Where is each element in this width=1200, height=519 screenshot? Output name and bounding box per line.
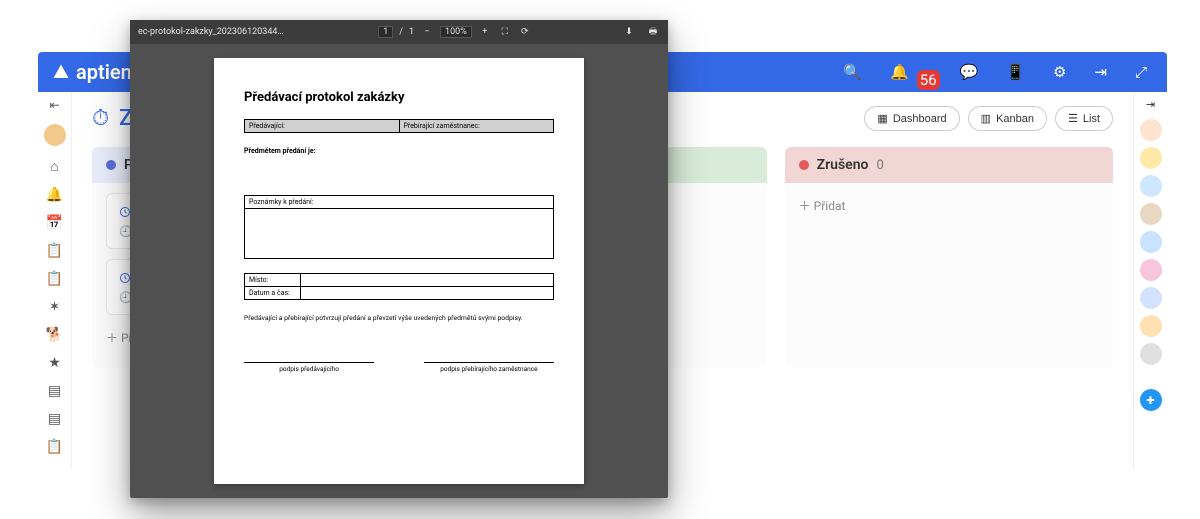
dog-icon[interactable]: 🐕 (46, 327, 63, 343)
column-header: Zrušeno 0 (785, 147, 1113, 183)
pdf-fit-button[interactable]: ⛶ (498, 25, 512, 39)
pdf-viewport[interactable]: Předávací protokol zakázky Předávající: … (130, 44, 668, 498)
user-avatar[interactable] (44, 124, 66, 146)
calendar-icon[interactable]: 📅 (46, 215, 63, 231)
pdf-zoom-level[interactable]: 100% (440, 26, 472, 38)
pdf-page-sep: / (399, 27, 403, 37)
rail-collapse-icon[interactable]: ⇤ (49, 98, 59, 112)
status-dot (799, 160, 809, 170)
search-icon[interactable]: 🔍 (843, 63, 862, 81)
settings-icon[interactable]: ⚙ (1053, 63, 1066, 81)
column-count: 0 (876, 158, 883, 173)
clipboard-icon[interactable]: 📋 (46, 243, 63, 259)
pdf-page: Předávací protokol zakázky Předávající: … (214, 58, 584, 484)
person-avatar[interactable] (1140, 119, 1162, 141)
status-dot (106, 160, 116, 170)
person-avatar[interactable] (1140, 315, 1162, 337)
doc2-icon[interactable]: ▤ (48, 411, 61, 427)
pdf-print-button[interactable]: 🖶 (646, 25, 660, 39)
right-rail: ⇥ + (1133, 92, 1167, 469)
view-kanban-button[interactable]: ▥ Kanban (968, 106, 1047, 131)
brand-logo[interactable]: aptien (52, 60, 132, 84)
pdf-place-value (300, 274, 553, 287)
person-avatar[interactable] (1140, 175, 1162, 197)
clipboard2-icon[interactable]: 📋 (46, 271, 63, 287)
pdf-col-right: Přebírající zaměstnanec: (399, 120, 554, 133)
pdf-toolbar: ec-protokol-zakzky_20230612034437.pdf 1 … (130, 20, 668, 44)
rail-bell-icon[interactable]: 🔔 (46, 187, 63, 203)
pdf-sig-left: podpis předávajícího (244, 362, 374, 373)
pdf-filename: ec-protokol-zakzky_20230612034437.pdf (138, 27, 288, 37)
pdf-download-button[interactable]: ⬇ (622, 25, 636, 39)
brand-text: aptien (76, 60, 132, 84)
pdf-viewer: ec-protokol-zakzky_20230612034437.pdf 1 … (130, 20, 668, 498)
pdf-notes-label: Poznámky k předání: (245, 196, 554, 209)
fullscreen-icon[interactable]: ⤢ (1135, 63, 1147, 81)
person-avatar[interactable] (1140, 259, 1162, 281)
view-dashboard-button[interactable]: ▦ Dashboard (864, 106, 959, 131)
clipboard3-icon[interactable]: 📋 (46, 439, 63, 455)
pdf-rotate-button[interactable]: ⟳ (518, 25, 532, 39)
pdf-place-label: Místo: (245, 274, 301, 287)
pdf-doc-title: Předávací protokol zakázky (244, 90, 554, 105)
column-body: ＋ Přidat (785, 183, 1113, 368)
pdf-subject-label: Předmětem předání je: (244, 147, 554, 155)
pdf-col-left: Předávající: (245, 120, 400, 133)
logout-icon[interactable]: ⇥ (1094, 63, 1107, 81)
view-list-button[interactable]: ☰ List (1055, 106, 1113, 131)
bell-icon[interactable]: 🔔56 (890, 63, 932, 81)
column-title: Zrušeno (817, 157, 869, 173)
pdf-zoom-in-button[interactable]: + (478, 25, 492, 39)
bell-badge: 56 (917, 70, 940, 90)
person-avatar[interactable] (1140, 147, 1162, 169)
stopwatch-icon: ⏱ (92, 106, 109, 131)
add-card-button[interactable]: ＋ Přidat (799, 193, 1099, 218)
pdf-notes-cell (245, 209, 554, 259)
person-avatar[interactable] (1140, 343, 1162, 365)
star-icon[interactable]: ★ (48, 355, 61, 371)
pdf-sig-right: podpis přebírajícího zaměstnance (424, 362, 554, 373)
add-person-button[interactable]: + (1140, 389, 1162, 411)
pdf-confirm-text: Předávající a přebírající potvrzují před… (244, 314, 554, 322)
pdf-datetime-value (300, 287, 553, 300)
person-avatar[interactable] (1140, 231, 1162, 253)
nodes-icon[interactable]: ✶ (49, 299, 61, 315)
person-avatar[interactable] (1140, 287, 1162, 309)
view-switch: ▦ Dashboard ▥ Kanban ☰ List (864, 106, 1113, 131)
doc-icon[interactable]: ▤ (48, 383, 61, 399)
pdf-datetime-label: Datum a čas: (245, 287, 301, 300)
kanban-column-zruseno: Zrušeno 0 ＋ Přidat (785, 147, 1113, 368)
right-rail-collapse-icon[interactable]: ⇥ (1146, 98, 1155, 111)
mobile-icon[interactable]: 📱 (1006, 63, 1025, 81)
home-icon[interactable]: ⌂ (50, 158, 58, 175)
left-rail: ⇤ ⌂ 🔔 📅 📋 📋 ✶ 🐕 ★ ▤ ▤ 📋 (38, 92, 72, 469)
pdf-zoom-out-button[interactable]: − (420, 25, 434, 39)
person-avatar[interactable] (1140, 203, 1162, 225)
pdf-page-current[interactable]: 1 (378, 26, 393, 38)
chat-icon[interactable]: 💬 (960, 63, 979, 81)
pdf-page-total: 1 (409, 27, 414, 37)
